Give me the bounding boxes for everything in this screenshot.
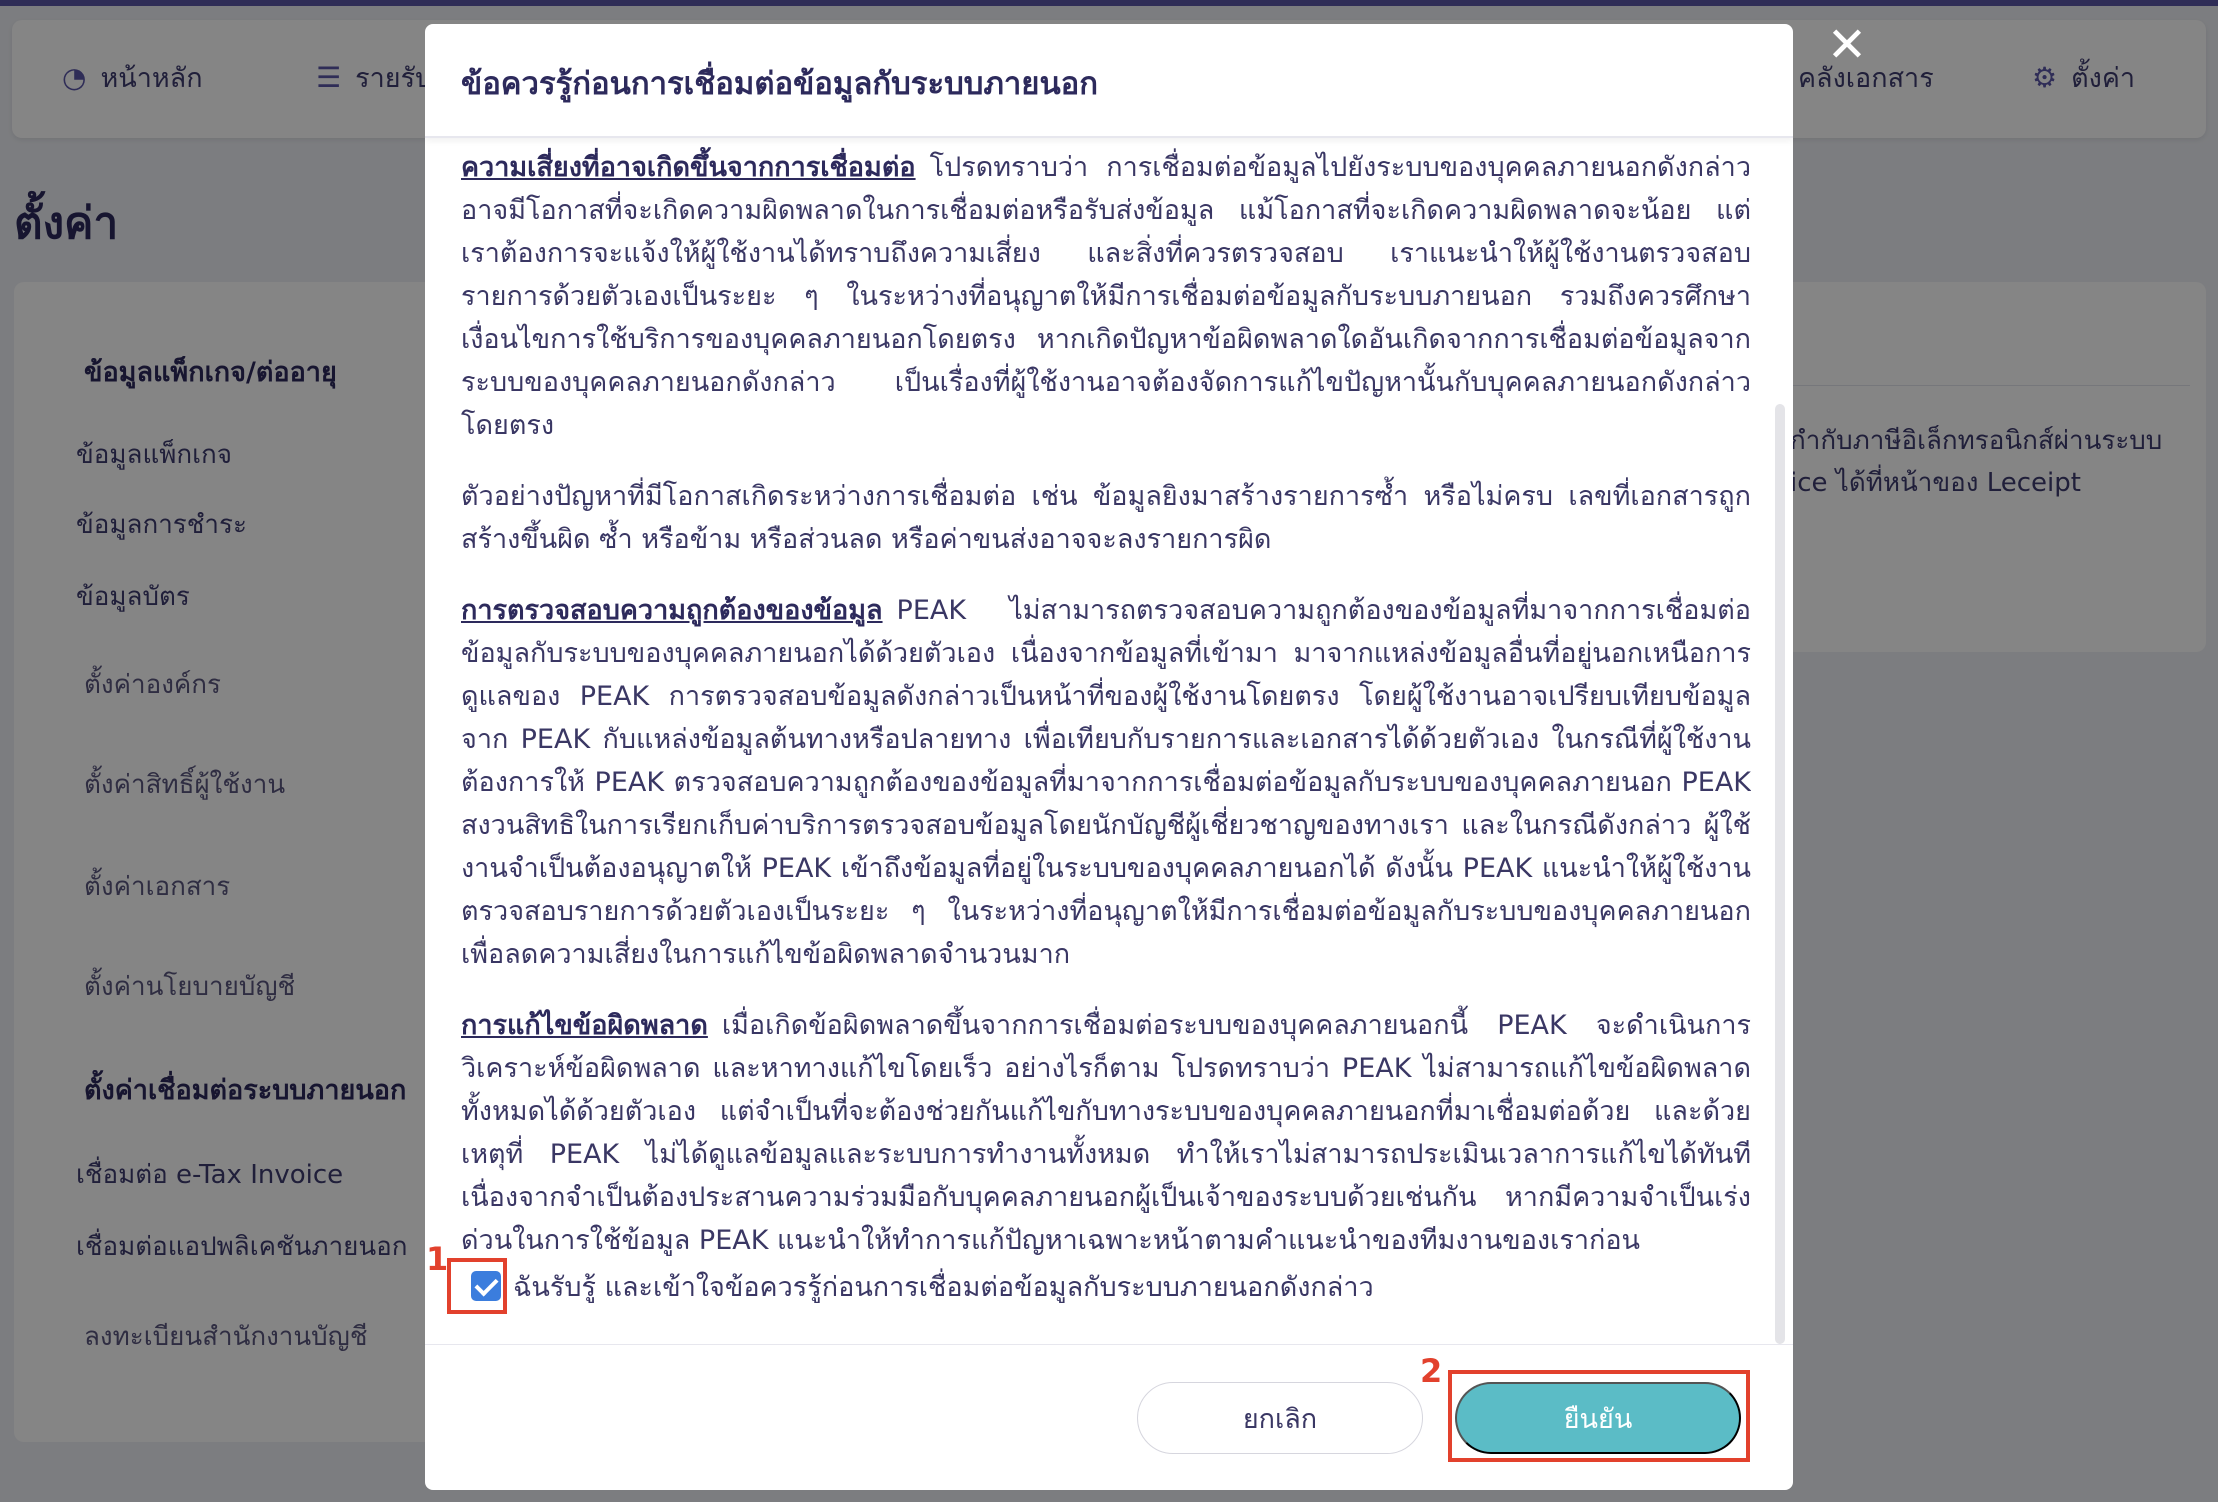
modal-header: ข้อควรรู้ก่อนการเชื่อมต่อข้อมูลกับระบบภา… [425,24,1793,138]
acknowledge-label: ฉันรับรู้ และเข้าใจข้อควรรู้ก่อนการเชื่อ… [513,1271,1374,1303]
annotation-box-checkbox [447,1258,507,1314]
connection-notice-modal: ข้อควรรู้ก่อนการเชื่อมต่อข้อมูลกับระบบภา… [425,24,1793,1490]
acknowledge-row[interactable]: ฉันรับรู้ และเข้าใจข้อควรรู้ก่อนการเชื่อ… [461,1261,1374,1311]
section-risk-heading: ความเสี่ยงที่อาจเกิดขึ้นจากการเชื่อมต่อ [461,152,916,183]
modal-body[interactable]: ความเสี่ยงที่อาจเกิดขึ้นจากการเชื่อมต่อโ… [461,146,1751,1256]
section-risk-text: โปรดทราบว่า การเชื่อมต่อข้อมูลไปยังระบบข… [461,152,1751,441]
cancel-button[interactable]: ยกเลิก [1137,1382,1423,1454]
section-risk: ความเสี่ยงที่อาจเกิดขึ้นจากการเชื่อมต่อโ… [461,146,1751,447]
section-error-fix: การแก้ไขข้อผิดพลาด เมื่อเกิดข้อผิดพลาดขึ้… [461,1004,1751,1256]
section-examples-text: ตัวอย่างปัญหาที่มีโอกาสเกิดระหว่างการเชื… [461,481,1751,555]
annotation-number-1: 1 [426,1240,449,1278]
annotation-number-2: 2 [1420,1352,1443,1390]
close-icon[interactable]: ✕ [1826,21,1868,69]
footer-divider [425,1344,1793,1345]
section-verification-text: PEAK ไม่สามารถตรวจสอบความถูกต้องของข้อมู… [461,595,1751,970]
modal-scrollbar[interactable] [1775,404,1785,1344]
section-verification-heading: การตรวจสอบความถูกต้องของข้อมูล [461,595,883,626]
section-error-fix-heading: การแก้ไขข้อผิดพลาด [461,1010,708,1041]
annotation-box-confirm [1448,1370,1750,1462]
modal-title: ข้อควรรู้ก่อนการเชื่อมต่อข้อมูลกับระบบภา… [461,66,1099,102]
section-verification: การตรวจสอบความถูกต้องของข้อมูล PEAK ไม่สา… [461,589,1751,976]
section-error-fix-text: เมื่อเกิดข้อผิดพลาดขึ้นจากการเชื่อมต่อระ… [461,1010,1751,1256]
section-examples: ตัวอย่างปัญหาที่มีโอกาสเกิดระหว่างการเชื… [461,475,1751,561]
